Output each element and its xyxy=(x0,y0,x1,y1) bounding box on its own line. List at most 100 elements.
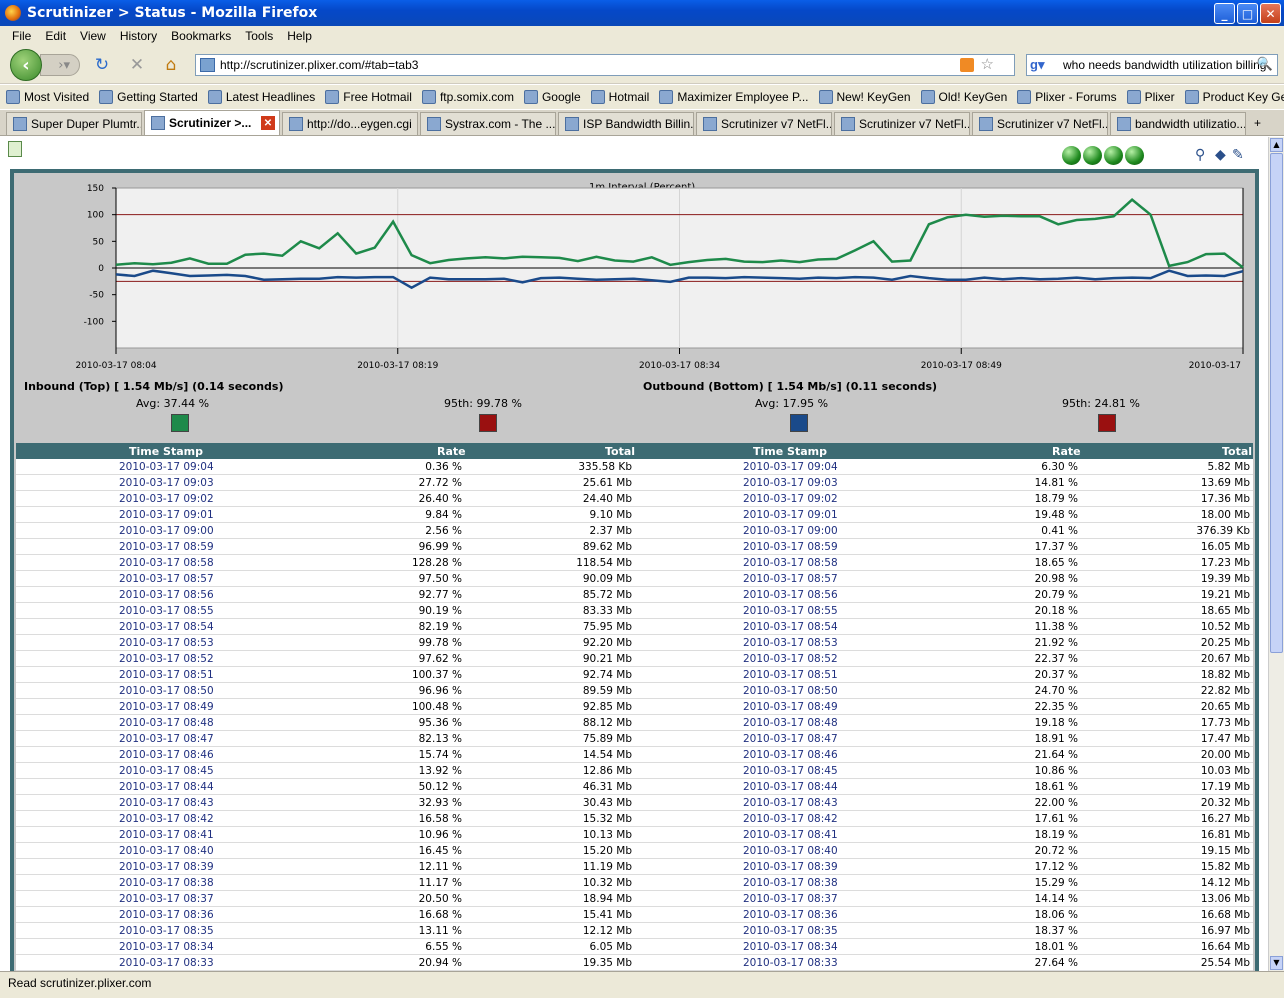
browser-tab[interactable]: Scrutinizer v7 NetFl... xyxy=(972,112,1108,135)
timestamp-in-link[interactable]: 2010-03-17 08:58 xyxy=(119,557,219,569)
timestamp-in-link[interactable]: 2010-03-17 08:59 xyxy=(119,541,219,553)
timestamp-in-link[interactable]: 2010-03-17 08:35 xyxy=(119,925,219,937)
menu-bookmarks[interactable]: Bookmarks xyxy=(165,29,237,43)
timestamp-in-link[interactable]: 2010-03-17 08:47 xyxy=(119,733,219,745)
timestamp-out-link[interactable]: 2010-03-17 08:42 xyxy=(743,813,843,825)
timestamp-in-link[interactable]: 2010-03-17 08:53 xyxy=(119,637,219,649)
timestamp-out-link[interactable]: 2010-03-17 08:56 xyxy=(743,589,843,601)
bookmark-item[interactable]: Maximizer Employee P... xyxy=(659,90,809,104)
url-bar[interactable]: http://scrutinizer.plixer.com/#tab=tab3 … xyxy=(195,54,1015,76)
timestamp-in-link[interactable]: 2010-03-17 08:33 xyxy=(119,957,219,969)
timestamp-out-link[interactable]: 2010-03-17 08:36 xyxy=(743,909,843,921)
back-button[interactable]: ‹ xyxy=(10,49,42,81)
menu-file[interactable]: File xyxy=(6,29,37,43)
menu-history[interactable]: History xyxy=(114,29,163,43)
close-window-button[interactable]: ✕ xyxy=(1260,3,1281,24)
timestamp-in-link[interactable]: 2010-03-17 08:46 xyxy=(119,749,219,761)
bookmark-item[interactable]: Google xyxy=(523,90,581,104)
bookmark-item[interactable]: ftp.somix.com xyxy=(421,90,514,104)
bookmark-item[interactable]: Most Visited xyxy=(6,90,89,104)
timestamp-out-link[interactable]: 2010-03-17 08:52 xyxy=(743,653,843,665)
bookmark-item[interactable]: Hotmail xyxy=(590,90,649,104)
home-icon[interactable]: ⌂ xyxy=(160,54,182,76)
timestamp-in-link[interactable]: 2010-03-17 08:49 xyxy=(119,701,219,713)
timestamp-in-link[interactable]: 2010-03-17 09:04 xyxy=(119,461,219,473)
timestamp-in-link[interactable]: 2010-03-17 08:56 xyxy=(119,589,219,601)
timestamp-out-link[interactable]: 2010-03-17 08:54 xyxy=(743,621,843,633)
timestamp-out-link[interactable]: 2010-03-17 08:34 xyxy=(743,941,843,953)
bookmark-item[interactable]: Latest Headlines xyxy=(207,90,315,104)
bookmark-item[interactable]: Plixer - Forums xyxy=(1017,90,1117,104)
timestamp-out-link[interactable]: 2010-03-17 08:53 xyxy=(743,637,843,649)
timestamp-in-link[interactable]: 2010-03-17 08:50 xyxy=(119,685,219,697)
browser-tab[interactable]: ISP Bandwidth Billin... xyxy=(558,112,694,135)
timestamp-in-link[interactable]: 2010-03-17 08:44 xyxy=(119,781,219,793)
timestamp-out-link[interactable]: 2010-03-17 08:51 xyxy=(743,669,843,681)
timestamp-out-link[interactable]: 2010-03-17 08:41 xyxy=(743,829,843,841)
search-icon[interactable]: 🔍 xyxy=(1257,56,1273,72)
timestamp-in-link[interactable]: 2010-03-17 08:41 xyxy=(119,829,219,841)
browser-tab[interactable]: bandwidth utilizatio... xyxy=(1110,112,1246,135)
timestamp-in-link[interactable]: 2010-03-17 08:43 xyxy=(119,797,219,809)
stop-icon[interactable]: ✕ xyxy=(126,54,148,76)
timestamp-in-link[interactable]: 2010-03-17 09:00 xyxy=(119,525,219,537)
browser-tab[interactable]: http://do...eygen.cgi xyxy=(282,112,418,135)
timestamp-out-link[interactable]: 2010-03-17 09:03 xyxy=(743,477,843,489)
outbound-avg-swatch[interactable] xyxy=(790,414,808,432)
timestamp-out-link[interactable]: 2010-03-17 09:02 xyxy=(743,493,843,505)
timestamp-in-link[interactable]: 2010-03-17 08:40 xyxy=(119,845,219,857)
browser-tab[interactable]: Systrax.com - The ... xyxy=(420,112,556,135)
binoculars-icon[interactable]: ⚲ xyxy=(1195,147,1205,163)
inbound-avg-swatch[interactable] xyxy=(171,414,189,432)
timestamp-out-link[interactable]: 2010-03-17 08:47 xyxy=(743,733,843,745)
timestamp-in-link[interactable]: 2010-03-17 08:55 xyxy=(119,605,219,617)
timestamp-out-link[interactable]: 2010-03-17 08:44 xyxy=(743,781,843,793)
menu-edit[interactable]: Edit xyxy=(39,29,72,43)
browser-tab[interactable]: Scrutinizer v7 NetFl... xyxy=(696,112,832,135)
info-icon[interactable]: ◆ xyxy=(1215,147,1226,163)
timestamp-out-link[interactable]: 2010-03-17 09:01 xyxy=(743,509,843,521)
timestamp-in-link[interactable]: 2010-03-17 08:42 xyxy=(119,813,219,825)
bookmark-item[interactable]: Getting Started xyxy=(99,90,198,104)
outbound-95th-swatch[interactable] xyxy=(1098,414,1116,432)
menu-view[interactable]: View xyxy=(74,29,112,43)
timestamp-in-link[interactable]: 2010-03-17 08:36 xyxy=(119,909,219,921)
browser-tab[interactable]: Super Duper Plumtr... xyxy=(6,112,142,135)
bookmark-item[interactable]: Old! KeyGen xyxy=(920,90,1007,104)
timestamp-out-link[interactable]: 2010-03-17 08:46 xyxy=(743,749,843,761)
timestamp-out-link[interactable]: 2010-03-17 08:39 xyxy=(743,861,843,873)
scroll-down-icon[interactable]: ▼ xyxy=(1270,956,1283,970)
timestamp-out-link[interactable]: 2010-03-17 08:37 xyxy=(743,893,843,905)
tools-icon[interactable]: ✎ xyxy=(1232,147,1244,163)
timestamp-in-link[interactable]: 2010-03-17 08:57 xyxy=(119,573,219,585)
bookmark-item[interactable]: Product Key Generator xyxy=(1184,90,1284,104)
bookmark-star-icon[interactable]: ☆ xyxy=(981,55,994,73)
timestamp-out-link[interactable]: 2010-03-17 08:57 xyxy=(743,573,843,585)
vertical-scrollbar[interactable]: ▲ ▼ xyxy=(1268,137,1284,971)
timestamp-out-link[interactable]: 2010-03-17 08:43 xyxy=(743,797,843,809)
bookmark-item[interactable]: New! KeyGen xyxy=(818,90,911,104)
minimize-button[interactable]: _ xyxy=(1214,3,1235,24)
timestamp-in-link[interactable]: 2010-03-17 09:03 xyxy=(119,477,219,489)
page-icon[interactable] xyxy=(8,141,22,157)
close-tab-icon[interactable]: ✕ xyxy=(261,116,275,130)
timestamp-out-link[interactable]: 2010-03-17 08:40 xyxy=(743,845,843,857)
search-input[interactable]: g▾ who needs bandwidth utilization billi… xyxy=(1026,54,1278,76)
timestamp-in-link[interactable]: 2010-03-17 08:45 xyxy=(119,765,219,777)
timestamp-out-link[interactable]: 2010-03-17 08:45 xyxy=(743,765,843,777)
rss-feed-icon[interactable] xyxy=(960,58,974,72)
timestamp-in-link[interactable]: 2010-03-17 08:51 xyxy=(119,669,219,681)
timestamp-out-link[interactable]: 2010-03-17 08:59 xyxy=(743,541,843,553)
timestamp-in-link[interactable]: 2010-03-17 09:02 xyxy=(119,493,219,505)
timestamp-out-link[interactable]: 2010-03-17 08:58 xyxy=(743,557,843,569)
timestamp-in-link[interactable]: 2010-03-17 08:52 xyxy=(119,653,219,665)
timestamp-out-link[interactable]: 2010-03-17 08:35 xyxy=(743,925,843,937)
browser-tab[interactable]: Scrutinizer v7 NetFl... xyxy=(834,112,970,135)
menu-tools[interactable]: Tools xyxy=(239,29,279,43)
timestamp-out-link[interactable]: 2010-03-17 08:33 xyxy=(743,957,843,969)
timestamp-in-link[interactable]: 2010-03-17 08:48 xyxy=(119,717,219,729)
timestamp-out-link[interactable]: 2010-03-17 08:50 xyxy=(743,685,843,697)
forward-button[interactable]: ›▾ xyxy=(40,54,80,76)
timestamp-in-link[interactable]: 2010-03-17 08:34 xyxy=(119,941,219,953)
maximize-button[interactable]: □ xyxy=(1237,3,1258,24)
